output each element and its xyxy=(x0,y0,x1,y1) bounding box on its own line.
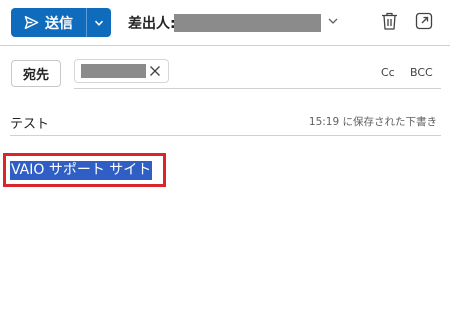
chevron-down-icon xyxy=(94,20,104,26)
close-icon[interactable] xyxy=(149,65,161,77)
bcc-button[interactable]: BCC xyxy=(410,66,433,79)
from-account-redacted[interactable] xyxy=(174,14,321,32)
send-options-dropdown[interactable] xyxy=(87,8,111,37)
toolbar-divider xyxy=(0,45,450,46)
send-icon xyxy=(24,15,39,30)
recipient-name-redacted xyxy=(81,64,146,78)
from-label: 差出人: xyxy=(128,16,176,32)
from-chevron-down-icon[interactable] xyxy=(327,15,339,27)
cc-button[interactable]: Cc xyxy=(381,66,395,79)
draft-saved-status: 15:19 に保存された下書き xyxy=(308,116,437,128)
send-split-button[interactable]: 送信 xyxy=(11,8,111,37)
recipient-divider xyxy=(74,88,441,89)
popout-icon[interactable] xyxy=(415,12,433,30)
to-button[interactable]: 宛先 xyxy=(11,60,61,87)
body-selected-text[interactable]: VAIO サポート サイト xyxy=(10,161,153,180)
send-button[interactable]: 送信 xyxy=(11,8,86,37)
subject-field[interactable]: テスト xyxy=(10,113,49,132)
recipient-chip[interactable] xyxy=(74,59,169,83)
subject-divider xyxy=(10,135,441,136)
highlight-box: VAIO サポート サイト xyxy=(3,153,166,187)
trash-icon[interactable] xyxy=(380,11,399,31)
send-button-label: 送信 xyxy=(45,15,73,32)
